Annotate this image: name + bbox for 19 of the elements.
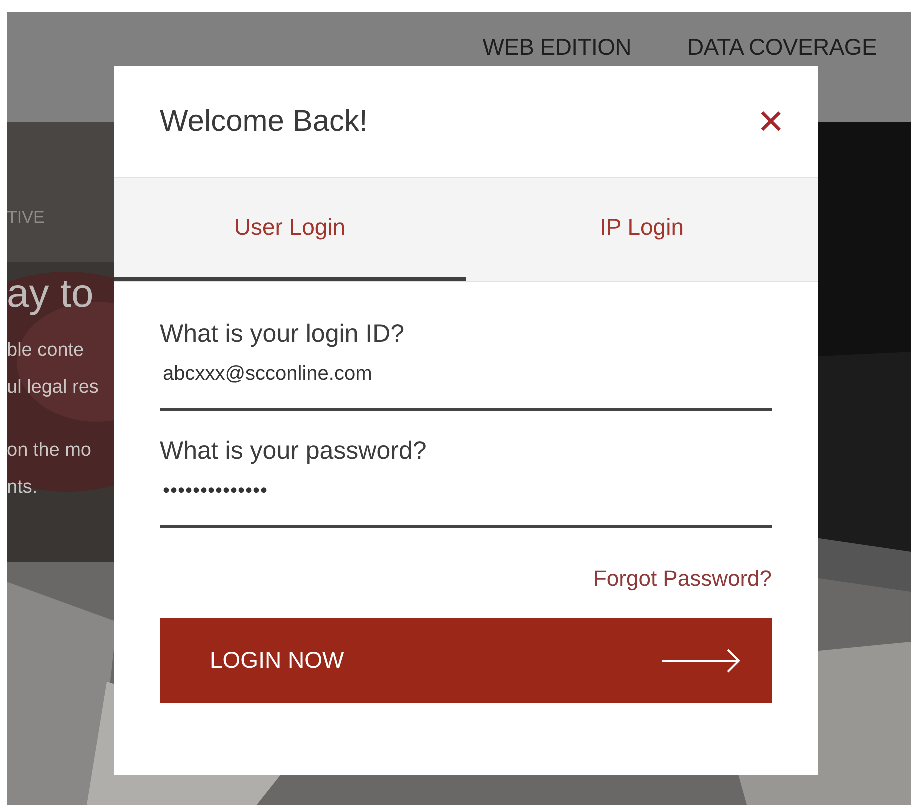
password-field[interactable]: •••••••••••••• (160, 466, 772, 528)
field-label: What is your password? (160, 437, 428, 466)
tab[interactable]: User Login (114, 178, 466, 281)
nav-link[interactable]: WEB EDITION (482, 34, 632, 61)
nav-link[interactable]: DATA COVERAGE (687, 34, 877, 61)
login-button[interactable]: LOGIN NOW (160, 618, 772, 703)
hero-text: on the mo (7, 439, 92, 463)
hero-heading: ay to (7, 272, 95, 316)
hero-text: ble conte (7, 339, 86, 363)
dialog-title: Welcome Back! (160, 104, 368, 138)
close-button[interactable]: × (754, 100, 788, 144)
field-label: What is your login ID? (160, 320, 406, 349)
tab[interactable]: IP Login (466, 178, 818, 281)
arrow-icon (662, 648, 742, 674)
hero-text: nts. (7, 476, 39, 500)
hero-text: ul legal res (7, 376, 100, 400)
forgot-password-link[interactable]: Forgot Password? (593, 566, 772, 592)
hero-kicker: TIVE (7, 208, 46, 228)
input-field[interactable]: abcxxx@scconline.com (160, 349, 772, 411)
